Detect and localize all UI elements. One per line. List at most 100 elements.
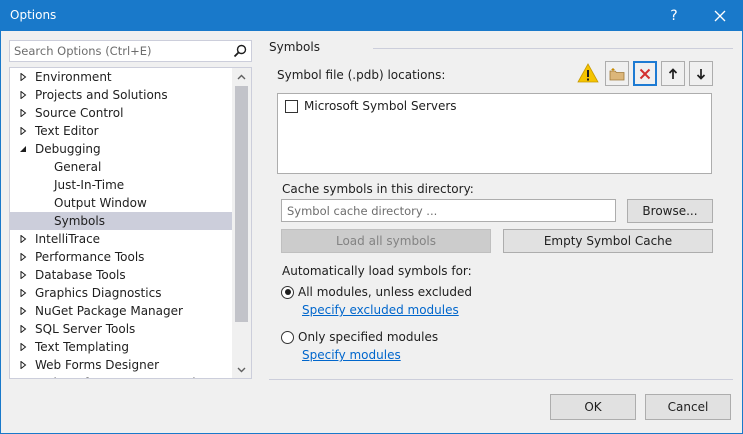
options-tree[interactable]: Environment Projects and Solutions Source …: [9, 67, 252, 379]
collapsed-arrow-icon[interactable]: [19, 289, 27, 297]
cache-directory-placeholder: Symbol cache directory ...: [287, 204, 438, 218]
pdb-locations-label: Symbol file (.pdb) locations:: [277, 68, 446, 82]
tree-list: Environment Projects and Solutions Source …: [10, 68, 232, 378]
collapsed-arrow-icon[interactable]: [19, 127, 27, 135]
tree-item[interactable]: SQL Server Tools: [10, 320, 232, 338]
tree-scrollbar[interactable]: [232, 68, 251, 378]
chevron-down-icon: [237, 367, 246, 372]
specified-modules-option[interactable]: Only specified modules: [281, 329, 438, 345]
footer-divider: [269, 379, 733, 380]
tree-item[interactable]: Environment: [10, 68, 232, 86]
auto-load-label: Automatically load symbols for:: [282, 264, 472, 278]
microsoft-symbol-servers-checkbox[interactable]: [285, 99, 298, 113]
tree-item-label: General: [54, 160, 102, 174]
help-button[interactable]: ?: [652, 1, 696, 31]
tree-item[interactable]: Debugging: [10, 140, 232, 158]
search-options-input[interactable]: Search Options (Ctrl+E): [9, 40, 252, 62]
collapsed-arrow-icon[interactable]: [19, 73, 27, 81]
tree-item-label: NuGet Package Manager: [35, 304, 183, 318]
tree-item[interactable]: Source Control: [10, 104, 232, 122]
title-bar[interactable]: Options ?: [1, 1, 742, 31]
section-title: Symbols: [269, 40, 320, 54]
cancel-button[interactable]: Cancel: [645, 394, 731, 420]
expanded-arrow-icon[interactable]: [19, 145, 27, 153]
all-modules-option[interactable]: All modules, unless excluded: [281, 284, 472, 300]
tree-item[interactable]: Database Tools: [10, 266, 232, 284]
tree-item-label: Environment: [35, 70, 112, 84]
collapsed-arrow-icon[interactable]: [19, 91, 27, 99]
tree-item-label: IntelliTrace: [35, 232, 101, 246]
tree-item-label: Text Templating: [35, 340, 130, 354]
tree-item[interactable]: NuGet Package Manager: [10, 302, 232, 320]
add-location-button[interactable]: [605, 61, 629, 86]
move-up-icon: [668, 67, 678, 79]
collapsed-arrow-icon[interactable]: [19, 361, 27, 369]
tree-item[interactable]: Text Templating: [10, 338, 232, 356]
chevron-up-icon: [237, 74, 246, 79]
collapsed-arrow-icon[interactable]: [19, 325, 27, 333]
tree-item[interactable]: General: [10, 158, 232, 176]
cache-directory-label: Cache symbols in this directory:: [282, 182, 474, 196]
tree-item[interactable]: Web Forms Designer: [10, 356, 232, 374]
all-modules-label: All modules, unless excluded: [298, 285, 473, 299]
specified-modules-label: Only specified modules: [298, 330, 439, 344]
close-icon: [714, 10, 726, 22]
collapsed-arrow-icon[interactable]: [19, 253, 27, 261]
tree-item-label: Database Tools: [35, 268, 126, 282]
tree-item[interactable]: Output Window: [10, 194, 232, 212]
collapsed-arrow-icon[interactable]: [19, 343, 27, 351]
tree-item[interactable]: Symbols: [10, 212, 232, 230]
search-icon: [233, 44, 247, 58]
empty-symbol-cache-button[interactable]: Empty Symbol Cache: [503, 229, 713, 253]
warning-icon: [577, 63, 599, 83]
tree-item[interactable]: Text Editor: [10, 122, 232, 140]
specified-modules-radio[interactable]: [281, 330, 294, 344]
tree-item[interactable]: Graphics Diagnostics: [10, 284, 232, 302]
list-item[interactable]: Microsoft Symbol Servers: [285, 98, 457, 114]
tree-item-label: Source Control: [35, 106, 124, 120]
tree-item-label: SQL Server Tools: [35, 322, 136, 336]
tree-item-label: Performance Tools: [35, 250, 145, 264]
collapsed-arrow-icon[interactable]: [19, 271, 27, 279]
tree-item[interactable]: Web Performance Test Tools: [10, 374, 232, 378]
move-down-icon: [696, 68, 706, 80]
section-divider: [373, 48, 733, 49]
specify-excluded-modules-link[interactable]: Specify excluded modules: [302, 303, 459, 317]
tree-item-label: Graphics Diagnostics: [35, 286, 162, 300]
cache-directory-input[interactable]: Symbol cache directory ...: [281, 199, 616, 222]
window-title: Options: [10, 8, 57, 22]
remove-location-button[interactable]: [633, 61, 657, 86]
tree-item[interactable]: Projects and Solutions: [10, 86, 232, 104]
tree-item-label: Projects and Solutions: [35, 88, 168, 102]
move-up-button[interactable]: [661, 61, 685, 86]
collapsed-arrow-icon[interactable]: [19, 307, 27, 315]
options-dialog: Options ? Search Options (Ctrl+E) Enviro…: [0, 0, 743, 434]
ok-button[interactable]: OK: [550, 394, 636, 420]
load-all-symbols-button[interactable]: Load all symbols: [281, 229, 491, 253]
new-folder-icon: [609, 67, 625, 80]
tree-item-label: Symbols: [54, 214, 105, 228]
tree-item[interactable]: Performance Tools: [10, 248, 232, 266]
tree-item-label: Web Forms Designer: [35, 358, 160, 372]
tree-item-label: Output Window: [54, 196, 147, 210]
scroll-down-button[interactable]: [232, 361, 251, 378]
close-button[interactable]: [698, 1, 742, 31]
move-down-button[interactable]: [689, 61, 713, 86]
browse-button[interactable]: Browse...: [627, 199, 713, 223]
search-placeholder: Search Options (Ctrl+E): [14, 44, 152, 58]
specify-modules-link[interactable]: Specify modules: [302, 348, 401, 362]
collapsed-arrow-icon[interactable]: [19, 235, 27, 243]
scroll-thumb[interactable]: [235, 86, 248, 322]
help-icon: ?: [670, 8, 678, 24]
location-label: Microsoft Symbol Servers: [304, 99, 457, 113]
collapsed-arrow-icon[interactable]: [19, 109, 27, 117]
remove-icon: [639, 68, 651, 79]
tree-item-label: Text Editor: [35, 124, 99, 138]
tree-item-label: Just-In-Time: [54, 178, 125, 192]
tree-item[interactable]: Just-In-Time: [10, 176, 232, 194]
symbol-locations-list[interactable]: Microsoft Symbol Servers: [277, 93, 712, 174]
tree-item[interactable]: IntelliTrace: [10, 230, 232, 248]
all-modules-radio[interactable]: [281, 285, 294, 299]
scroll-up-button[interactable]: [232, 68, 251, 85]
tree-item-label: Web Performance Test Tools: [35, 374, 202, 378]
